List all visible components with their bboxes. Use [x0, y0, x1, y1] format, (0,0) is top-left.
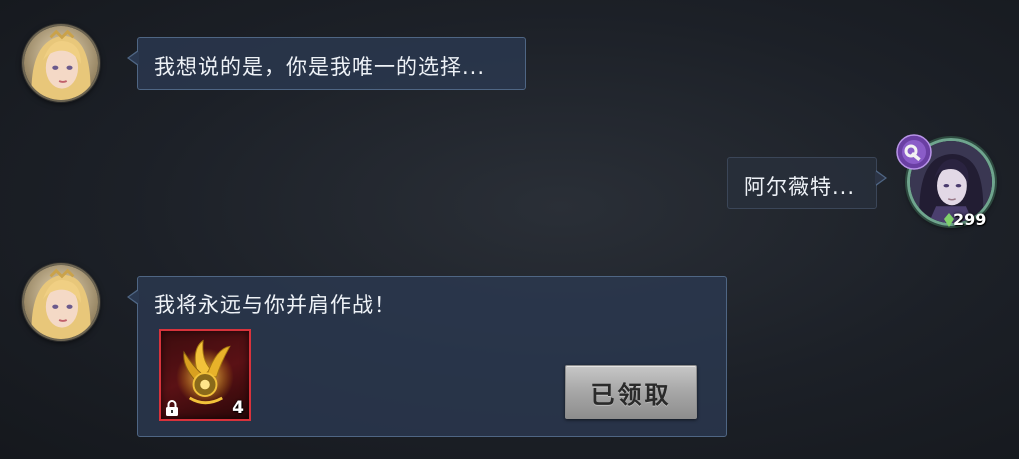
message-text: 阿尔薇特...: [744, 175, 856, 199]
npc-avatar[interactable]: [22, 263, 100, 341]
player-message-bubble: 阿尔薇特...: [727, 157, 887, 209]
player-level: 299: [953, 210, 987, 229]
message-text: 我将永远与你并肩作战！: [154, 293, 396, 317]
reward-item-slot[interactable]: 4: [159, 329, 251, 421]
player-avatar-block[interactable]: 299: [896, 134, 1000, 234]
message-text: 我想说的是，你是我唯一的选择...: [154, 55, 486, 79]
lock-icon: [166, 400, 178, 416]
npc-reward-message-bubble: 我将永远与你并肩作战！ 4 已领取: [127, 276, 727, 437]
gear-wrench-class-icon: [896, 134, 932, 170]
claimed-button[interactable]: 已领取: [565, 365, 697, 419]
item-count: 4: [232, 398, 244, 418]
npc-message-bubble: 我想说的是，你是我唯一的选择...: [127, 37, 526, 90]
npc-avatar[interactable]: [22, 24, 100, 102]
